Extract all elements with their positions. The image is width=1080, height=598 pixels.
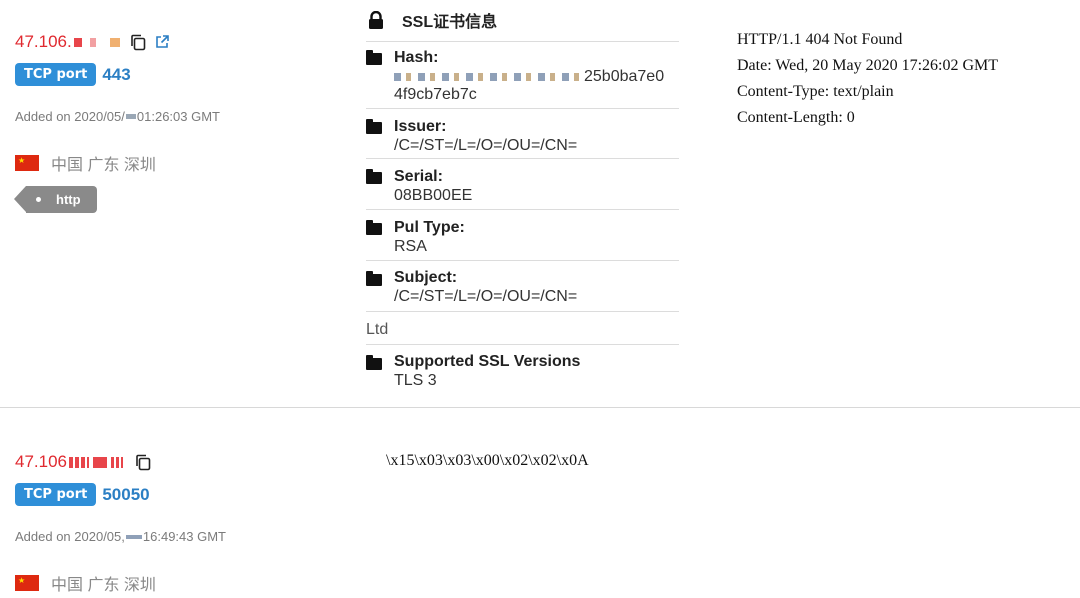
redacted-block (125, 114, 136, 119)
ssl-versions-row: Supported SSL Versions TLS 3 (366, 344, 679, 391)
hash-value-line1: 25b0ba7e0 (394, 67, 664, 86)
tag-label: http (56, 192, 81, 207)
added-label: Added on 2020/05/ (15, 109, 125, 124)
issuer-value: /C=/ST=/L=/O=/OU=/CN= (394, 137, 578, 154)
redacted-block (125, 534, 142, 539)
ssl-serial-row: Serial: 08BB00EE (366, 158, 679, 210)
redacted-block (111, 456, 123, 468)
added-time: 01:26:03 GMT (136, 109, 220, 124)
redacted-block (109, 37, 120, 47)
issuer-label: Issuer: (394, 118, 447, 135)
ssl-hash-row: Hash: 25b0ba7e0 4f9cb7eb7c (366, 41, 679, 109)
tag-dot-icon (36, 197, 41, 202)
hash-value-1: 25b0ba7e0 (584, 68, 665, 85)
ssl-pubtype-row: Pul Type: RSA (366, 209, 679, 261)
redacted-block (89, 37, 96, 47)
location: 中国 广东 深圳 (15, 571, 156, 595)
ip-address[interactable]: 47.106. (15, 32, 72, 52)
serial-value: 08BB00EE (394, 187, 473, 204)
result-ip[interactable]: 47.106. (15, 32, 172, 52)
subject-value: /C=/ST=/L=/O=/OU=/CN= (394, 288, 578, 305)
serial-label: Serial: (394, 168, 443, 185)
tag-http[interactable]: http (14, 186, 97, 213)
banner-line: Date: Wed, 20 May 2020 17:26:02 GMT (737, 57, 999, 74)
redacted-block (69, 456, 89, 468)
tcp-port-badge: TCP port (15, 483, 97, 506)
port-link[interactable]: 50050 (102, 485, 149, 505)
folder-icon (366, 271, 382, 286)
subject-label: Subject: (394, 269, 458, 286)
folder-icon (366, 355, 382, 370)
port-line: TCP port 443 (15, 63, 131, 86)
china-flag-icon (15, 575, 39, 591)
location-text: 中国 广东 深圳 (51, 157, 156, 174)
china-flag-icon (15, 155, 39, 171)
folder-icon (366, 169, 382, 184)
redacted-block (394, 72, 582, 81)
added-time: 16:49:43 GMT (142, 529, 226, 544)
banner-line: HTTP/1.1 404 Not Found (737, 31, 903, 48)
port-link[interactable]: 443 (102, 65, 130, 85)
ssl-subject-row: Subject: /C=/ST=/L=/O=/OU=/CN= (366, 260, 679, 312)
versions-value: TLS 3 (394, 372, 437, 389)
ssl-issuer-row: Issuer: /C=/ST=/L=/O=/OU=/CN= (366, 108, 679, 159)
hash-label: Hash: (394, 49, 439, 66)
location: 中国 广东 深圳 (15, 151, 156, 175)
pubtype-label: Pul Type: (394, 219, 465, 236)
banner-line: Content-Length: 0 (737, 109, 855, 126)
copy-icon[interactable] (128, 32, 148, 52)
folder-icon (366, 50, 382, 65)
banner-line: Content-Type: text/plain (737, 83, 894, 100)
lock-icon (369, 10, 383, 29)
ssl-org-row: Ltd (366, 311, 679, 345)
port-line: TCP port 50050 (15, 483, 150, 506)
added-label: Added on 2020/05, (15, 529, 125, 544)
pubtype-value: RSA (394, 238, 427, 255)
versions-label: Supported SSL Versions (394, 353, 581, 370)
banner-response: HTTP/1.1 404 Not Found Date: Wed, 20 May… (737, 27, 998, 131)
banner-response: \x15\x03\x03\x00\x02\x02\x0A (386, 448, 589, 474)
redacted-block (73, 37, 82, 47)
folder-icon (366, 220, 382, 235)
result-ip[interactable]: 47.106 (15, 452, 153, 472)
redacted-block (93, 456, 107, 468)
ssl-title: SSL证书信息 (368, 8, 497, 32)
folder-icon (366, 119, 382, 134)
org-value: Ltd (366, 321, 389, 338)
added-date: Added on 2020/05/ 01:26:03 GMT (15, 109, 220, 124)
external-link-icon[interactable] (152, 32, 172, 52)
tcp-port-badge: TCP port (15, 63, 97, 86)
ssl-title-text: SSL证书信息 (402, 14, 498, 31)
added-date: Added on 2020/05, 16:49:43 GMT (15, 529, 226, 544)
banner-line: \x15\x03\x03\x00\x02\x02\x0A (386, 452, 589, 469)
result-divider (0, 407, 1080, 408)
copy-icon[interactable] (133, 452, 153, 472)
location-text: 中国 广东 深圳 (51, 577, 156, 594)
hash-value-2: 4f9cb7eb7c (394, 86, 477, 103)
ip-address[interactable]: 47.106 (15, 452, 67, 472)
